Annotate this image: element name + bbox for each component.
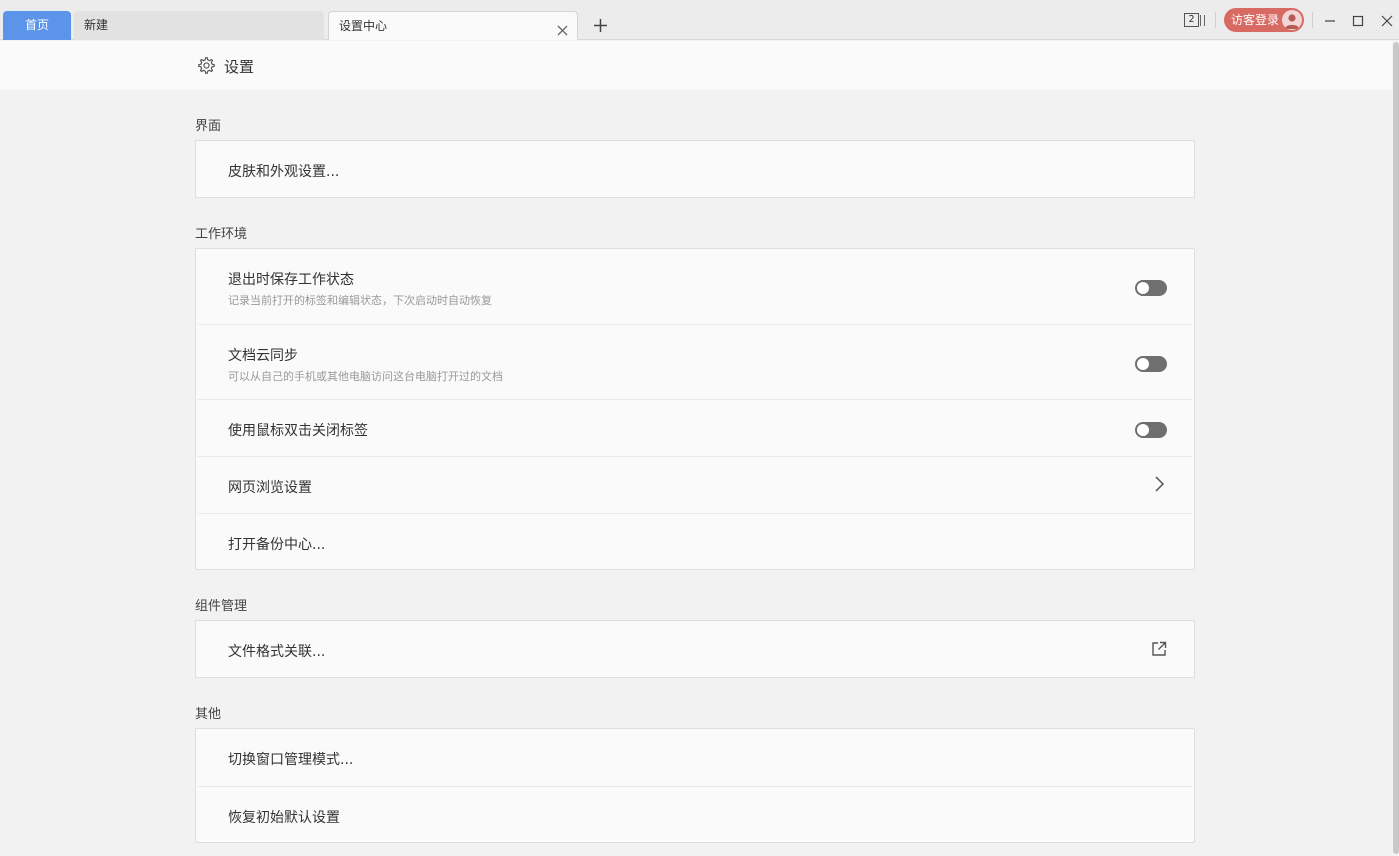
setting-label: 打开备份中心... — [228, 537, 326, 553]
card-other: 切换窗口管理模式... 恢复初始默认设置 — [195, 728, 1195, 843]
tab-home[interactable]: 首页 — [3, 11, 71, 40]
setting-row-restore-defaults[interactable]: 恢复初始默认设置 — [198, 786, 1192, 843]
setting-label: 文件格式关联... — [228, 644, 326, 660]
section-title-appearance: 界面 — [195, 119, 222, 134]
double-click-close-toggle[interactable] — [1135, 422, 1167, 438]
tab-settings[interactable]: 设置中心 — [328, 11, 578, 40]
setting-label: 皮肤和外观设置... — [228, 164, 340, 180]
tab-new-label: 新建 — [84, 18, 109, 32]
stack-icon — [1200, 15, 1205, 26]
tab-home-label: 首页 — [24, 18, 49, 32]
setting-label: 网页浏览设置 — [228, 480, 312, 496]
setting-label: 切换窗口管理模式... — [228, 752, 354, 768]
toggle-knob — [1137, 424, 1149, 436]
setting-label: 恢复初始默认设置 — [228, 810, 340, 826]
setting-description: 可以从自己的手机或其他电脑访问这台电脑打开过的文档 — [228, 370, 503, 383]
minimize-icon[interactable] — [1323, 13, 1337, 27]
save-state-toggle[interactable] — [1135, 280, 1167, 296]
guest-login-button[interactable]: 访客登录 — [1224, 8, 1304, 32]
toggle-knob — [1137, 282, 1149, 294]
setting-row-file-association[interactable]: 文件格式关联... — [198, 621, 1192, 678]
maximize-icon[interactable] — [1351, 13, 1365, 27]
setting-row-cloud-sync: 文档云同步 可以从自己的手机或其他电脑访问这台电脑打开过的文档 — [198, 324, 1192, 399]
setting-row-double-click-close: 使用鼠标双击关闭标签 — [198, 399, 1192, 456]
window-count: 2 — [1184, 13, 1199, 27]
section-title-components: 组件管理 — [195, 599, 248, 614]
scrollbar-thumb[interactable] — [1393, 42, 1399, 854]
setting-row-save-state: 退出时保存工作状态 记录当前打开的标签和编辑状态，下次启动时自动恢复 — [198, 249, 1192, 324]
window-count-indicator[interactable]: 2 — [1184, 13, 1206, 27]
card-appearance: 皮肤和外观设置... — [195, 140, 1195, 198]
cloud-sync-toggle[interactable] — [1135, 356, 1167, 372]
setting-row-backup-center[interactable]: 打开备份中心... — [198, 513, 1192, 570]
divider — [1312, 12, 1313, 28]
setting-label: 使用鼠标双击关闭标签 — [228, 423, 368, 439]
page-header: 设置 — [0, 41, 1392, 90]
section-title-workspace: 工作环境 — [195, 227, 248, 242]
tab-new[interactable]: 新建 — [74, 11, 324, 40]
tab-bar: 首页 新建 设置中心 2 访客登录 — [0, 0, 1399, 40]
setting-row-window-mode[interactable]: 切换窗口管理模式... — [198, 729, 1192, 786]
close-icon[interactable] — [556, 19, 569, 36]
toggle-knob — [1137, 358, 1149, 370]
page-title: 设置 — [224, 58, 255, 76]
gear-icon — [197, 56, 216, 75]
setting-row-skin[interactable]: 皮肤和外观设置... — [198, 141, 1192, 198]
setting-row-browse-settings[interactable]: 网页浏览设置 — [198, 456, 1192, 513]
chevron-right-icon — [1150, 475, 1168, 493]
avatar-icon — [1282, 10, 1302, 30]
divider — [1215, 12, 1216, 28]
external-link-icon — [1150, 640, 1168, 658]
card-components: 文件格式关联... — [195, 620, 1195, 678]
window-close-icon[interactable] — [1380, 13, 1394, 27]
tab-settings-label: 设置中心 — [339, 19, 388, 33]
card-workspace: 退出时保存工作状态 记录当前打开的标签和编辑状态，下次启动时自动恢复 文档云同步… — [195, 248, 1195, 570]
section-title-other: 其他 — [195, 707, 222, 722]
setting-label: 文档云同步 — [228, 348, 298, 364]
setting-label: 退出时保存工作状态 — [228, 272, 354, 288]
guest-login-label: 访客登录 — [1231, 13, 1280, 27]
setting-description: 记录当前打开的标签和编辑状态，下次启动时自动恢复 — [228, 294, 492, 307]
plus-icon[interactable] — [592, 17, 609, 34]
